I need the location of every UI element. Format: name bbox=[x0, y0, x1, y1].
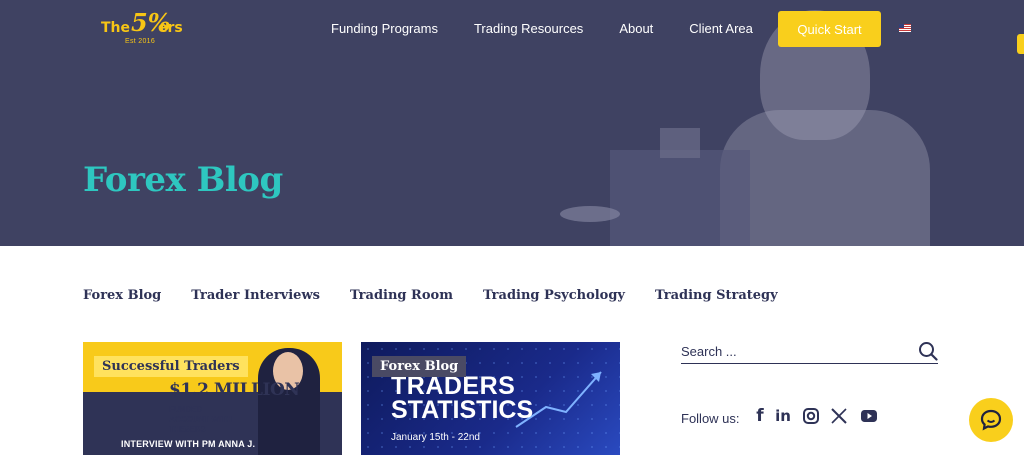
nav-trading-resources[interactable]: Trading Resources bbox=[474, 20, 583, 38]
search-icon[interactable] bbox=[918, 341, 938, 361]
nav-about[interactable]: About bbox=[619, 20, 653, 38]
card-footer: INTERVIEW WITH PM ANNA J. bbox=[121, 439, 256, 449]
quick-start-button[interactable]: Quick Start bbox=[778, 11, 881, 47]
card-subline: FUNDED ACCOUNT WITH THE5ERS bbox=[169, 405, 232, 434]
card-badge: Successful Traders bbox=[94, 356, 248, 377]
brand-logo[interactable]: The 5% ers Est 2016 bbox=[98, 8, 183, 48]
page-title: Forex Blog bbox=[83, 160, 283, 200]
card-badge: Forex Blog bbox=[372, 356, 467, 377]
card-date: January 15th - 22nd bbox=[391, 432, 480, 443]
youtube-icon[interactable] bbox=[859, 406, 879, 426]
search-input[interactable] bbox=[681, 340, 901, 362]
card-headline: $1.2 MILLION bbox=[169, 380, 300, 400]
category-trading-psychology[interactable]: Trading Psychology bbox=[483, 288, 625, 303]
us-flag-icon[interactable] bbox=[899, 24, 911, 32]
category-tabs: Forex Blog Trader Interviews Trading Roo… bbox=[83, 288, 808, 303]
facebook-icon[interactable]: f bbox=[750, 406, 770, 426]
category-trading-strategy[interactable]: Trading Strategy bbox=[655, 288, 778, 303]
side-tab[interactable] bbox=[1017, 34, 1024, 54]
category-forex-blog[interactable]: Forex Blog bbox=[83, 288, 161, 303]
card-headline-2: STATISTICS bbox=[391, 396, 534, 424]
logo-text-the: The bbox=[101, 20, 131, 36]
nav-client-area[interactable]: Client Area bbox=[689, 20, 753, 38]
logo-text-ers: ers bbox=[158, 20, 183, 36]
x-icon[interactable] bbox=[829, 406, 849, 426]
linkedin-icon[interactable]: in bbox=[773, 406, 793, 426]
chat-bubble-icon bbox=[980, 409, 1002, 431]
follow-label: Follow us: bbox=[681, 411, 740, 426]
blog-card-traders-statistics[interactable]: TRADERS STATISTICS January 15th - 22nd F… bbox=[361, 342, 620, 455]
chat-icon[interactable] bbox=[969, 398, 1013, 442]
logo-established: Est 2016 bbox=[125, 38, 156, 45]
blog-card-successful-traders[interactable]: Successful Traders $1.2 MILLION FUNDED A… bbox=[83, 342, 342, 455]
main-nav: Funding Programs Trading Resources About… bbox=[331, 20, 789, 38]
category-trading-room[interactable]: Trading Room bbox=[350, 288, 453, 303]
instagram-icon[interactable] bbox=[801, 406, 821, 426]
category-trader-interviews[interactable]: Trader Interviews bbox=[191, 288, 320, 303]
search-box bbox=[681, 340, 938, 364]
nav-funding-programs[interactable]: Funding Programs bbox=[331, 20, 438, 38]
